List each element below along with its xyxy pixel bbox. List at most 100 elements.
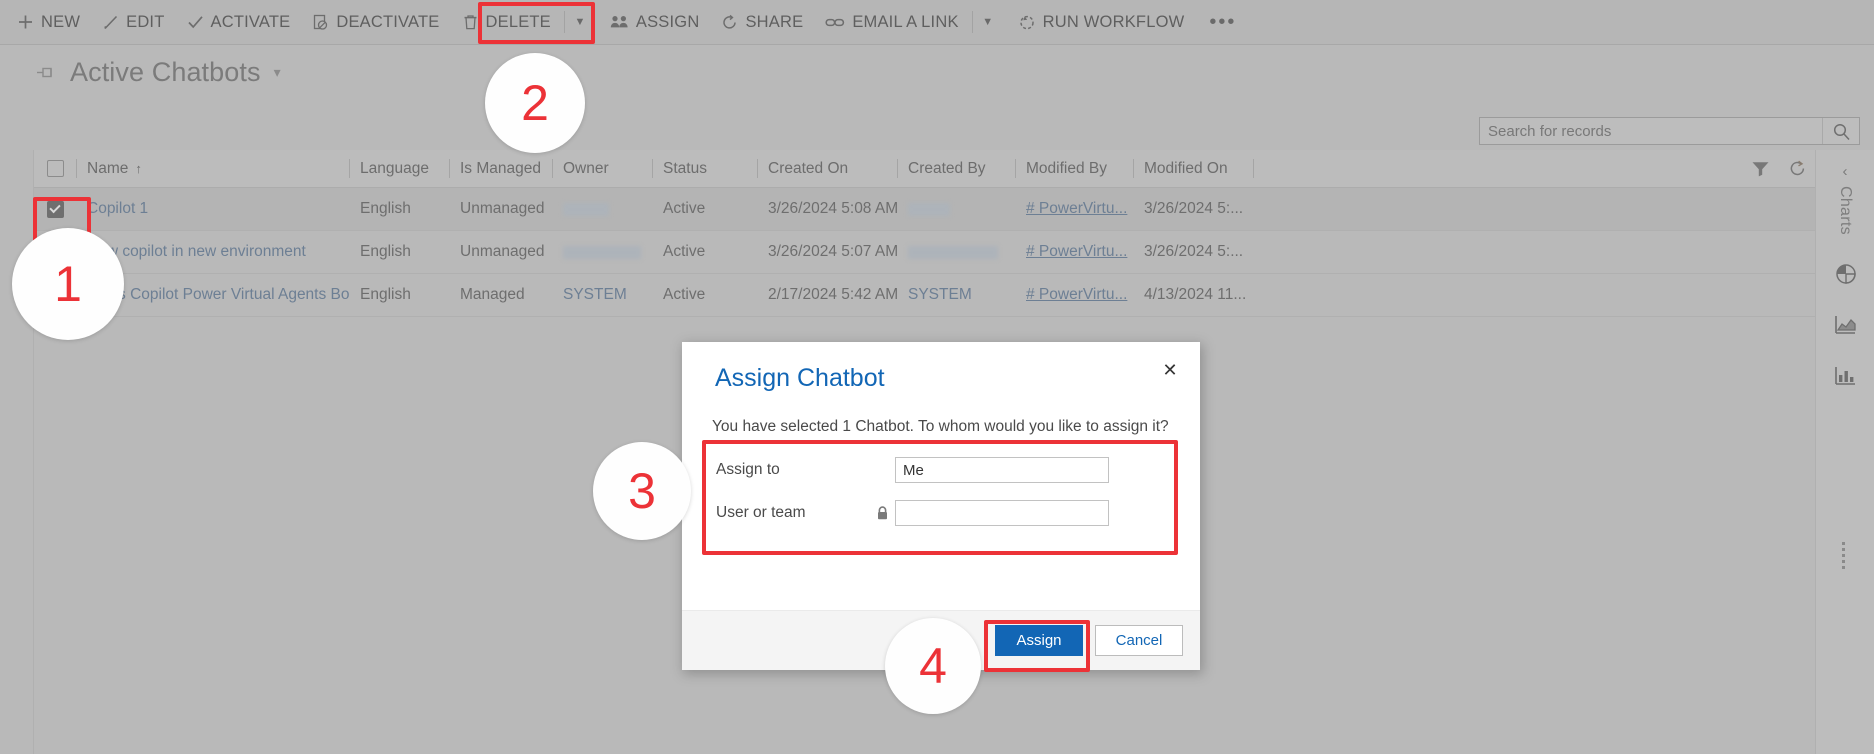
lock-icon	[869, 505, 895, 521]
row-language: English	[360, 200, 411, 217]
row-modified-by[interactable]: # PowerVirtu...	[1015, 231, 1133, 273]
row-language: English	[360, 243, 411, 260]
command-assign[interactable]: ASSIGN	[599, 0, 711, 45]
step-badge-4: 4	[885, 618, 981, 714]
cancel-button[interactable]: Cancel	[1095, 625, 1183, 656]
column-header-status[interactable]: Status	[652, 150, 757, 187]
command-delete-label: DELETE	[485, 12, 551, 31]
grid-toolbar	[1751, 150, 1807, 187]
link-icon	[825, 14, 845, 31]
command-run-workflow-label: RUN WORKFLOW	[1042, 12, 1185, 31]
row-is-managed: Unmanaged	[460, 200, 545, 217]
command-activate[interactable]: ACTIVATE	[176, 0, 302, 45]
row-status: Active	[663, 286, 706, 303]
chevron-left-icon[interactable]: ‹	[1816, 158, 1874, 184]
command-share[interactable]: SHARE	[710, 0, 814, 45]
filter-icon[interactable]	[1751, 160, 1770, 177]
pie-chart-icon[interactable]	[1833, 261, 1858, 286]
search-input[interactable]	[1480, 118, 1822, 144]
assign-people-icon	[610, 14, 629, 31]
column-header-owner[interactable]: Owner	[552, 150, 652, 187]
search-icon[interactable]	[1822, 118, 1859, 144]
row-is-managed: Unmanaged	[460, 243, 545, 260]
chevron-down-icon[interactable]: ▾	[274, 64, 281, 81]
column-header-modified-on[interactable]: Modified On	[1133, 150, 1253, 187]
assign-button[interactable]: Assign	[995, 625, 1083, 656]
email-dropdown-caret[interactable]: ▼	[975, 0, 1001, 45]
row-is-managed: Managed	[460, 286, 525, 303]
command-deactivate[interactable]: DEACTIVATE	[301, 0, 450, 45]
area-chart-icon[interactable]	[1833, 312, 1858, 337]
table-row[interactable]: New copilot in new environment English U…	[34, 231, 1817, 274]
workflow-icon	[1018, 14, 1036, 31]
step-badge-3: 3	[593, 442, 691, 540]
column-header-created-by[interactable]: Created By	[897, 150, 1015, 187]
dialog-subtitle: You have selected 1 Chatbot. To whom wou…	[712, 418, 1169, 435]
divider	[971, 11, 973, 33]
command-share-label: SHARE	[745, 12, 804, 31]
row-created-on: 3/26/2024 5:08 AM	[768, 200, 897, 217]
step-badge-2: 2	[485, 53, 585, 153]
row-modified-on: 4/13/2024 11...	[1144, 286, 1247, 303]
refresh-icon[interactable]	[1788, 159, 1807, 178]
close-icon[interactable]: ✕	[1156, 357, 1184, 383]
column-header-end	[1253, 150, 1283, 187]
column-header-language[interactable]: Language	[349, 150, 449, 187]
check-icon	[187, 14, 204, 31]
row-modified-by[interactable]: # PowerVirtu...	[1015, 188, 1133, 230]
row-created-by	[897, 231, 1015, 273]
row-created-by[interactable]: SYSTEM	[897, 274, 1015, 316]
select-all-header[interactable]	[34, 150, 76, 187]
row-modified-on: 3/26/2024 5:...	[1144, 243, 1244, 260]
row-language: English	[360, 286, 411, 303]
row-status: Active	[663, 200, 706, 217]
dialog-title: Assign Chatbot	[715, 364, 885, 392]
trash-icon	[462, 14, 479, 31]
app-root: NEW EDIT ACTIVATE DEACTIVATE DELETE ▼ AS…	[0, 0, 1874, 754]
row-owner[interactable]: SYSTEM	[552, 274, 652, 316]
command-email-a-link[interactable]: EMAIL A LINK	[814, 0, 969, 45]
row-name-link[interactable]: Copilot 1	[76, 188, 349, 230]
view-header: Active Chatbots ▾	[0, 45, 1874, 145]
command-new-label: NEW	[41, 12, 81, 31]
assign-to-label: Assign to	[716, 461, 780, 478]
dialog-fields: Assign to User or team	[699, 454, 1183, 540]
delete-dropdown-caret[interactable]: ▼	[567, 0, 593, 45]
command-edit-label: EDIT	[126, 12, 165, 31]
charts-panel-title: Charts	[1837, 186, 1854, 235]
assign-to-row: Assign to	[699, 454, 1183, 486]
user-or-team-input[interactable]	[895, 500, 1109, 526]
command-email-a-link-label: EMAIL A LINK	[852, 12, 959, 31]
command-edit[interactable]: EDIT	[91, 0, 175, 45]
row-modified-by[interactable]: # PowerVirtu...	[1015, 274, 1133, 316]
drag-handle-icon[interactable]	[1842, 542, 1845, 569]
table-row[interactable]: Sales Copilot Power Virtual Agents Bot E…	[34, 274, 1817, 317]
row-created-by	[897, 188, 1015, 230]
assign-to-select[interactable]	[895, 457, 1109, 483]
plus-icon	[17, 14, 34, 31]
search-box[interactable]	[1479, 117, 1860, 145]
command-assign-label: ASSIGN	[635, 12, 700, 31]
row-checkbox[interactable]	[46, 200, 64, 218]
page-title: Active Chatbots	[70, 57, 261, 87]
select-all-checkbox[interactable]	[46, 160, 64, 177]
command-run-workflow[interactable]: RUN WORKFLOW	[1007, 0, 1196, 45]
row-select-cell[interactable]	[34, 188, 76, 230]
command-overflow-button[interactable]: •••	[1195, 0, 1250, 45]
row-owner	[552, 188, 652, 230]
command-deactivate-label: DEACTIVATE	[336, 12, 440, 31]
command-bar: NEW EDIT ACTIVATE DEACTIVATE DELETE ▼ AS…	[0, 0, 1874, 45]
view-selector[interactable]: Active Chatbots ▾	[36, 57, 281, 88]
sort-ascending-icon: ↑	[135, 161, 142, 176]
column-header-name[interactable]: Name ↑	[76, 150, 349, 187]
bar-chart-icon[interactable]	[1833, 363, 1858, 388]
grid-body: Copilot 1 English Unmanaged Active 3/26/…	[34, 188, 1817, 317]
row-owner	[552, 231, 652, 273]
table-row[interactable]: Copilot 1 English Unmanaged Active 3/26/…	[34, 188, 1817, 231]
column-header-modified-by[interactable]: Modified By	[1015, 150, 1133, 187]
command-new[interactable]: NEW	[6, 0, 91, 45]
row-created-on: 2/17/2024 5:42 AM	[768, 286, 897, 303]
column-header-is-managed[interactable]: Is Managed	[449, 150, 552, 187]
command-delete[interactable]: DELETE	[451, 0, 562, 45]
column-header-created-on[interactable]: Created On	[757, 150, 897, 187]
